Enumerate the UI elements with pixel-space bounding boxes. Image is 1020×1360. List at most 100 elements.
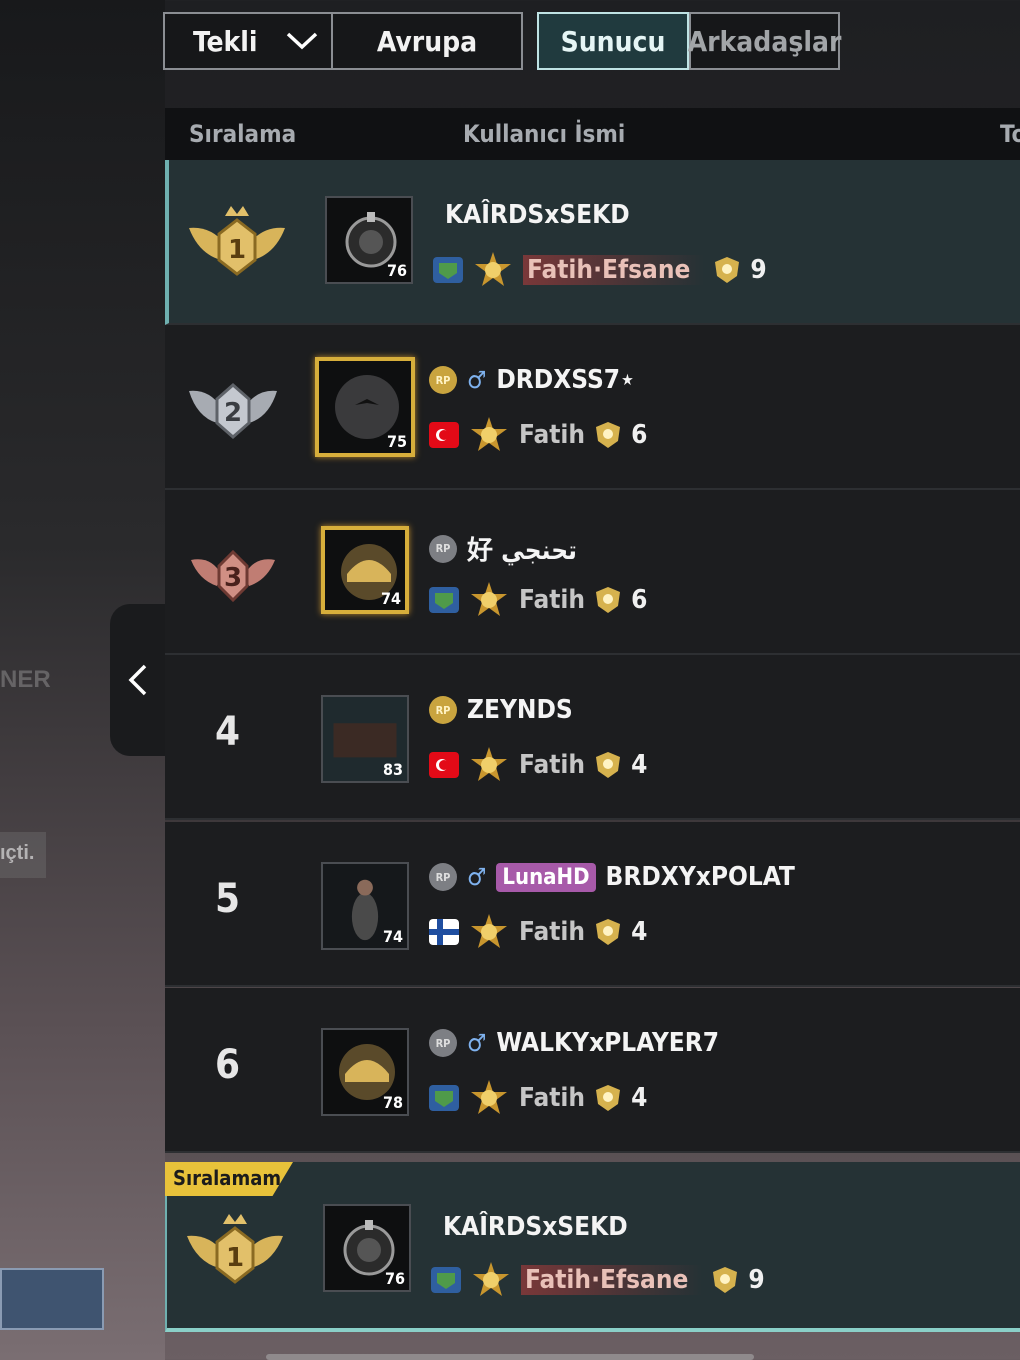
conqueror-tier-icon xyxy=(473,1262,509,1296)
tier-name: Fatih xyxy=(519,750,586,780)
player-tier-line: Fatih 4 xyxy=(429,745,647,785)
turkey-flag-icon xyxy=(429,422,459,448)
tier-count: 6 xyxy=(631,420,648,450)
region-badge-icon xyxy=(431,1267,461,1293)
tier-name: Fatih xyxy=(519,1083,586,1113)
clan-tag[interactable]: LunaHD xyxy=(496,862,596,892)
rp-badge-icon: RP xyxy=(429,534,457,563)
conqueror-tier-icon xyxy=(471,747,507,781)
player-tier-line: Fatih·Efsane 9 xyxy=(433,250,767,290)
tier-name: Fatih xyxy=(519,917,586,947)
player-name-line: RP ♂ LunaHD BRDXYxPOLAT xyxy=(429,862,795,892)
player-name-line: RP ZEYNDS xyxy=(429,695,573,725)
shield-icon xyxy=(713,1267,738,1293)
mode-dropdown[interactable]: Tekli xyxy=(163,12,333,70)
tier-count: 9 xyxy=(750,255,767,285)
tier-name: Fatih xyxy=(519,585,586,615)
leaderboard-header: Sıralama Kullanıcı İsmi To xyxy=(165,108,1020,160)
avatar[interactable]: 75 xyxy=(315,357,415,457)
player-level: 74 xyxy=(382,927,403,946)
player-name: BRDXYxPOLAT xyxy=(605,862,795,892)
gold-rank-medal-icon: 1 xyxy=(189,206,285,276)
avatar[interactable]: 83 xyxy=(321,695,409,783)
player-level: 75 xyxy=(386,432,407,451)
svg-text:3: 3 xyxy=(224,563,242,593)
shield-icon xyxy=(596,587,621,613)
rank-number: 5 xyxy=(215,876,241,922)
leaderboard-row[interactable]: 4 83 RP ZEYNDS Fatih 4 xyxy=(165,655,1020,820)
player-name: KAÎRDSxSEKD xyxy=(443,1212,628,1242)
player-name-line: KAÎRDSxSEKD xyxy=(445,200,630,230)
rp-badge-icon: RP xyxy=(429,696,457,724)
tab-server[interactable]: Sunucu xyxy=(537,12,689,70)
male-icon: ♂ xyxy=(467,863,487,891)
collapse-panel-button[interactable] xyxy=(110,604,166,756)
leaderboard-row[interactable]: 3 74 RP 好 تحنجي Fatih 6 xyxy=(165,490,1020,655)
player-tier-line: Fatih 4 xyxy=(429,1078,647,1118)
conqueror-tier-icon xyxy=(471,914,507,948)
region-label: Avrupa xyxy=(376,24,478,58)
column-total: To xyxy=(1000,120,1020,148)
tier-count: 4 xyxy=(631,750,648,780)
player-name: 好 تحنجي xyxy=(467,536,577,566)
background-panel-button[interactable] xyxy=(0,1268,104,1330)
my-rank-row[interactable]: 1 76 KAÎRDSxSEKD Fatih·Efsane 9 xyxy=(165,1162,1020,1332)
silver-rank-medal-icon: 2 xyxy=(189,383,277,439)
player-level: 83 xyxy=(382,760,403,779)
turkey-flag-icon xyxy=(429,752,459,778)
leaderboard-row[interactable]: 1 76 KAÎRDSxSEKD Fatih·Efsane 9 xyxy=(165,160,1020,325)
svg-text:2: 2 xyxy=(224,398,242,428)
conqueror-tier-icon xyxy=(475,252,511,286)
shield-icon xyxy=(596,752,621,778)
background-button-fragment[interactable]: ıçti. xyxy=(0,832,46,878)
rp-badge-icon: RP xyxy=(429,863,457,891)
avatar[interactable]: 74 xyxy=(321,862,409,950)
player-name-line: KAÎRDSxSEKD xyxy=(443,1212,628,1242)
column-rank: Sıralama xyxy=(189,120,297,148)
player-name-line: RP 好 تحنجي xyxy=(429,530,577,567)
tier-count: 6 xyxy=(631,585,648,615)
player-name: WALKYxPLAYER7 xyxy=(496,1028,720,1058)
player-name: DRDXSS7⋆ xyxy=(496,365,635,395)
region-badge-icon xyxy=(433,257,463,283)
tier-count: 4 xyxy=(631,917,648,947)
rp-badge-icon: RP xyxy=(429,366,457,394)
player-name: ZEYNDS xyxy=(467,695,573,725)
avatar[interactable]: 74 xyxy=(321,526,409,614)
chevron-left-icon xyxy=(128,664,147,696)
player-level: 74 xyxy=(380,589,401,608)
player-name-line: RP ♂ WALKYxPLAYER7 xyxy=(429,1028,719,1058)
conqueror-tier-icon xyxy=(471,417,507,451)
leaderboard-row[interactable]: 6 78 RP ♂ WALKYxPLAYER7 Fatih 4 xyxy=(165,988,1020,1153)
player-tier-line: Fatih 6 xyxy=(429,415,647,455)
player-level: 76 xyxy=(384,1269,405,1288)
leaderboard-row[interactable]: 2 75 RP ♂ DRDXSS7⋆ Fatih 6 xyxy=(165,325,1020,490)
avatar[interactable]: 76 xyxy=(325,196,413,284)
conqueror-tier-icon xyxy=(471,1080,507,1114)
tab-server-label: Sunucu xyxy=(560,24,666,58)
avatar[interactable]: 78 xyxy=(321,1028,409,1116)
player-name-line: RP ♂ DRDXSS7⋆ xyxy=(429,365,635,395)
shield-icon xyxy=(596,422,621,448)
tier-name: Fatih·Efsane xyxy=(523,255,705,285)
tab-friends[interactable]: Arkadaşlar xyxy=(688,12,841,70)
tier-count: 4 xyxy=(631,1083,648,1113)
finland-flag-icon xyxy=(429,919,459,945)
region-badge-icon xyxy=(429,1085,459,1111)
shield-icon xyxy=(596,919,621,945)
conqueror-tier-icon xyxy=(471,582,507,616)
player-tier-line: Fatih 4 xyxy=(429,912,647,952)
column-username: Kullanıcı İsmi xyxy=(463,120,626,148)
region-button[interactable]: Avrupa xyxy=(331,12,523,70)
player-level: 76 xyxy=(386,261,407,280)
avatar[interactable]: 76 xyxy=(323,1204,411,1292)
male-icon: ♂ xyxy=(467,1029,487,1057)
my-rank-label: Sıralamam xyxy=(165,1162,293,1196)
tier-name: Fatih xyxy=(519,420,586,450)
leaderboard-row[interactable]: 5 74 RP ♂ LunaHD BRDXYxPOLAT Fatih 4 xyxy=(165,822,1020,987)
scroll-indicator[interactable] xyxy=(266,1354,754,1360)
shield-icon xyxy=(715,257,740,283)
bronze-rank-medal-icon: 3 xyxy=(191,549,275,603)
tier-count: 9 xyxy=(748,1265,765,1295)
bird-avatar-icon xyxy=(335,375,399,439)
